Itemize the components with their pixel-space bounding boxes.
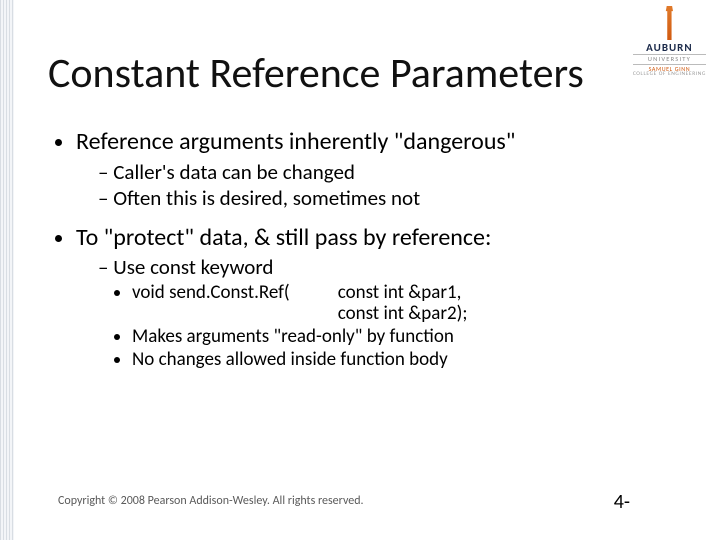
bullet-1-sublist: Caller's data can be changed Often this …: [76, 160, 672, 210]
bullet-2: To "protect" data, & still pass by refer…: [76, 224, 672, 371]
bullet-read-only: Makes arguments "read-only" by function: [132, 326, 672, 348]
code-call: void send.Const.Ref(: [132, 282, 290, 304]
code-params: const int &par1, const int &par2);: [290, 282, 468, 326]
left-accent-bar: [0, 0, 14, 540]
tower-icon: [660, 6, 678, 40]
bullet-1-sub-2: Often this is desired, sometimes not: [98, 186, 672, 210]
bullet-list: Reference arguments inherently "dangerou…: [48, 128, 672, 371]
copyright-text: Copyright © 2008 Pearson Addison-Wesley.…: [58, 494, 364, 508]
bullet-1-text: Reference arguments inherently "dangerou…: [76, 127, 515, 156]
bullet-2-sublist: Use const keyword void send.Const.Ref(co…: [76, 255, 672, 371]
code-line: void send.Const.Ref(const int &par1, con…: [132, 282, 672, 326]
bullet-no-changes: No changes allowed inside function body: [132, 349, 672, 371]
slide-title: Constant Reference Parameters: [48, 48, 660, 99]
bullet-2-text: To "protect" data, & still pass by refer…: [76, 223, 491, 252]
slide-body: Reference arguments inherently "dangerou…: [48, 128, 672, 385]
bullet-2-sub-1: Use const keyword void send.Const.Ref(co…: [98, 255, 672, 371]
bullet-1-sub-1: Caller's data can be changed: [98, 160, 672, 184]
bullet-2-sub-1-text: Use const keyword: [113, 254, 273, 280]
page-number: 4-: [614, 490, 630, 514]
bullet-2-sub-1-sublist: void send.Const.Ref(const int &par1, con…: [98, 282, 672, 371]
slide: AUBURN UNIVERSITY SAMUEL GINN COLLEGE OF…: [0, 0, 720, 540]
bullet-1: Reference arguments inherently "dangerou…: [76, 128, 672, 210]
